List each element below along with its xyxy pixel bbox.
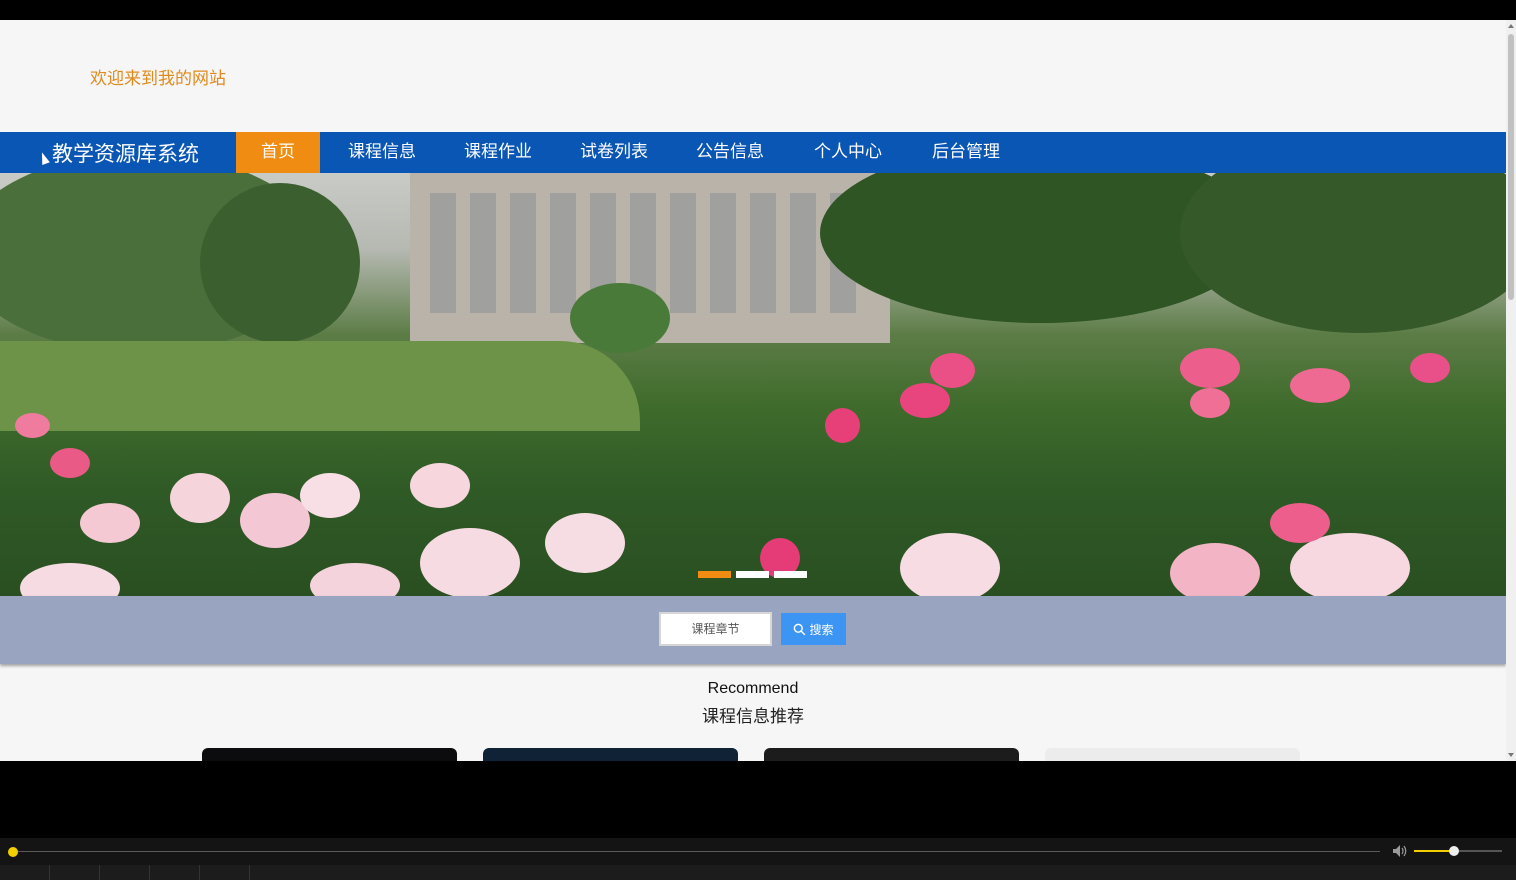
page-scrollbar[interactable]	[1506, 20, 1516, 761]
site-brand[interactable]: 教学资源库系统	[52, 138, 199, 168]
main-navbar: 教学资源库系统 首页 课程信息 课程作业 试卷列表 公告信息 个人中心 后台管理	[0, 132, 1506, 173]
welcome-text: 欢迎来到我的网站	[90, 69, 226, 89]
volume-icon[interactable]	[1392, 844, 1408, 858]
course-card-4[interactable]	[1045, 748, 1300, 761]
nav-item-exams[interactable]: 试卷列表	[568, 132, 660, 173]
volume-handle[interactable]	[1448, 846, 1459, 856]
progress-handle[interactable]	[8, 847, 18, 857]
carousel-dot-1[interactable]	[698, 571, 731, 578]
scroll-down-icon[interactable]	[1508, 753, 1514, 757]
carousel-indicators	[698, 571, 807, 578]
nav-item-home[interactable]: 首页	[236, 132, 320, 173]
carousel-dot-3[interactable]	[774, 571, 807, 578]
search-input[interactable]	[659, 612, 772, 646]
banner-carousel[interactable]	[0, 173, 1506, 596]
scrollbar-thumb[interactable]	[1508, 34, 1514, 300]
progress-track[interactable]	[13, 851, 1380, 852]
search-button[interactable]: 搜索	[781, 613, 846, 645]
nav-item-announcements[interactable]: 公告信息	[684, 132, 776, 173]
course-card-3[interactable]	[764, 748, 1019, 761]
webpage-viewport: 欢迎来到我的网站 教学资源库系统 首页 课程信息 课程作业 试卷列表 公告信息 …	[0, 20, 1506, 761]
taskbar-strip	[0, 865, 1516, 880]
nav-item-courses[interactable]: 课程信息	[336, 132, 428, 173]
nav-item-profile[interactable]: 个人中心	[802, 132, 894, 173]
nav-item-assignments[interactable]: 课程作业	[452, 132, 544, 173]
mouse-cursor-icon	[38, 150, 50, 166]
carousel-dot-2[interactable]	[736, 571, 769, 578]
search-icon	[794, 623, 806, 635]
course-card-2[interactable]	[483, 748, 738, 761]
recommend-title-cn: 课程信息推荐	[702, 707, 804, 727]
volume-slider[interactable]	[1414, 846, 1502, 856]
nav-item-admin[interactable]: 后台管理	[920, 132, 1012, 173]
banner-lawn	[0, 341, 640, 431]
scroll-up-icon[interactable]	[1508, 24, 1514, 28]
course-card-1[interactable]	[202, 748, 457, 761]
search-section: 搜索	[0, 596, 1506, 664]
volume-level	[1414, 850, 1454, 852]
search-button-label: 搜索	[809, 622, 834, 637]
recommend-title-en: Recommend	[707, 680, 799, 697]
